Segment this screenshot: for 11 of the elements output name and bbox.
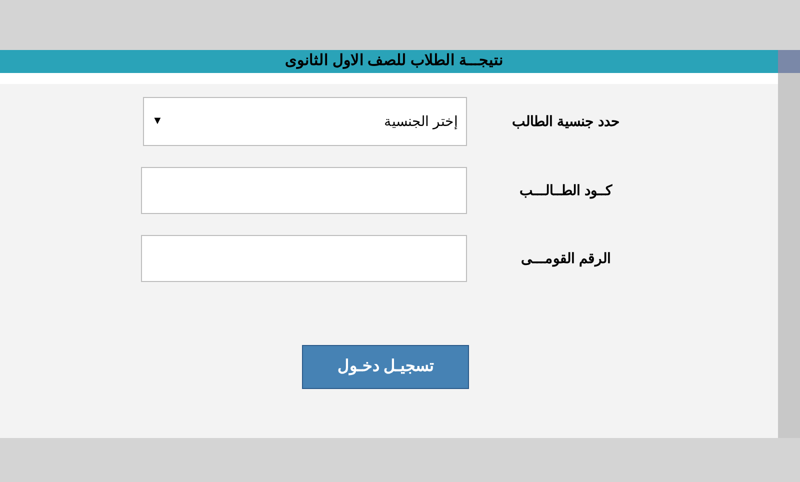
field-label: حدد جنسية الطالب: [511, 112, 621, 131]
field-label: الرقم القومـــى: [520, 249, 612, 269]
dropdown-value: إختر الجنسية: [384, 112, 458, 132]
nationality-dropdown[interactable]: ▼ إختر الجنسية: [143, 97, 467, 146]
login-button[interactable]: تسجيـل دخـول: [302, 345, 469, 389]
input-field[interactable]: [141, 167, 467, 214]
caret-icon: ▼: [152, 113, 163, 130]
scrollbar-thumb[interactable]: [778, 50, 800, 73]
input-field[interactable]: [141, 235, 467, 282]
page-title: نتيجـــة الطلاب للصف الاول الثانوى: [284, 51, 503, 72]
field-label: كــود الطــالـــب: [518, 181, 614, 201]
